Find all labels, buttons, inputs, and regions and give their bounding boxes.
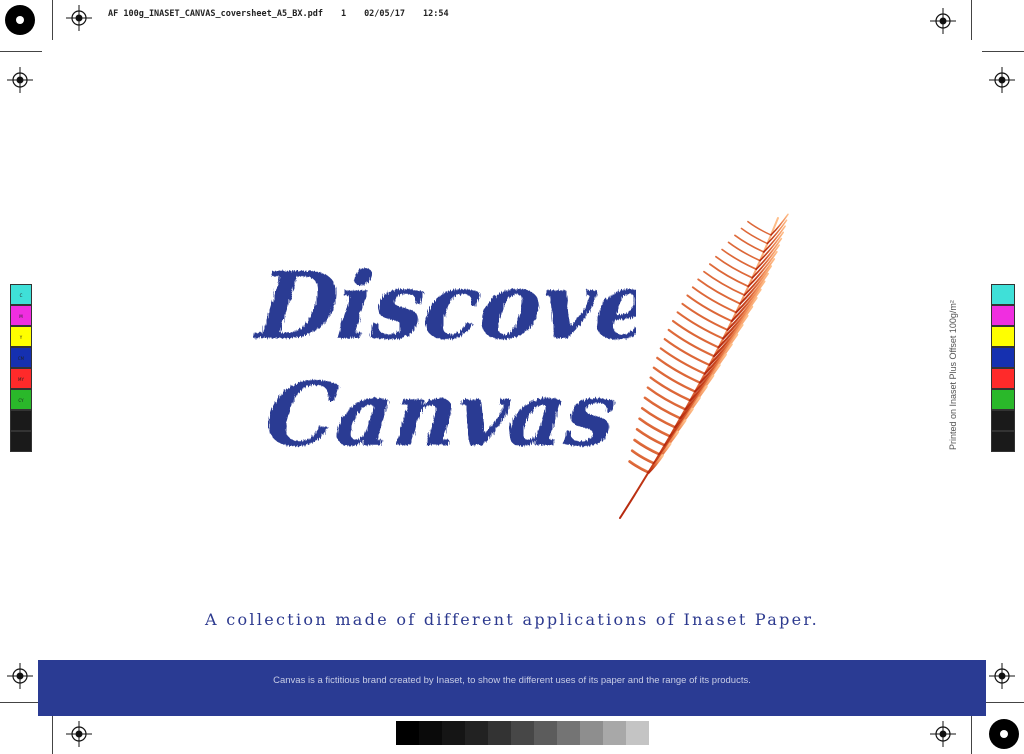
gray-step [465, 721, 488, 745]
color-swatch: C [10, 284, 32, 305]
color-swatch: CM [10, 347, 32, 368]
registration-mark-icon [7, 67, 33, 93]
file-slug: AF 100g_INASET_CANVAS_coversheet_A5_BX.p… [108, 9, 467, 19]
gray-step [603, 721, 626, 745]
crop-line [971, 0, 972, 40]
fern-leaflet [747, 220, 772, 236]
gray-step [488, 721, 511, 745]
gray-step [419, 721, 442, 745]
gray-step [396, 721, 419, 745]
color-swatch [991, 284, 1015, 305]
color-swatch [991, 389, 1015, 410]
registration-mark-icon [66, 5, 92, 31]
fern-leaflet [715, 255, 754, 279]
headline-line-1: Discover [249, 251, 636, 360]
footer-note: Canvas is a fictitious brand created by … [273, 675, 751, 686]
fern-leaflet [649, 376, 692, 402]
fern-leaflet [646, 386, 687, 411]
fern-leaflet [755, 237, 783, 271]
fern-leaflet [703, 270, 746, 296]
fern-leaflet [673, 396, 701, 429]
fern-leaflet [684, 374, 715, 411]
corner-mark-bottom-right [989, 719, 1019, 749]
color-bar-left: C M Y CM MY CY [10, 284, 32, 452]
gray-step [511, 721, 534, 745]
fern-leaflet [652, 366, 697, 393]
color-swatch [991, 431, 1015, 452]
registration-mark-icon [930, 721, 956, 747]
headline-logo: Discover Canvas [249, 251, 636, 466]
headline-line-2: Canvas [261, 362, 621, 466]
gray-step [626, 721, 649, 745]
corner-mark-top-left [5, 5, 35, 35]
slug-page: 1 [340, 9, 347, 19]
color-swatch [991, 305, 1015, 326]
registration-mark-icon [989, 67, 1015, 93]
color-swatch: Y [10, 326, 32, 347]
color-swatch [10, 431, 32, 452]
color-swatch [10, 410, 32, 431]
crop-line [982, 702, 1024, 703]
color-swatch [991, 368, 1015, 389]
gray-step [580, 721, 603, 745]
crop-line [0, 702, 42, 703]
fern-leaflet [770, 213, 789, 236]
tagline: A collection made of different applicati… [204, 610, 820, 629]
crop-line [982, 51, 1024, 52]
slug-filename: AF 100g_INASET_CANVAS_coversheet_A5_BX.p… [108, 9, 323, 19]
color-swatch: MY [10, 368, 32, 389]
gray-step [534, 721, 557, 745]
slug-date: 02/05/17 [364, 9, 406, 19]
crop-line [52, 0, 53, 40]
color-swatch [991, 347, 1015, 368]
fern-leaflet [656, 356, 702, 384]
crop-line [52, 714, 53, 754]
color-swatch: CY [10, 389, 32, 410]
registration-mark-icon [7, 663, 33, 689]
footer-band: Canvas is a fictitious brand created by … [38, 660, 986, 716]
gray-step-bar [396, 721, 649, 745]
crop-line [971, 714, 972, 754]
paper-stock-note: Printed on Inaset Plus Offset 100g/m² [948, 300, 958, 450]
registration-mark-icon [989, 663, 1015, 689]
fern-leaflet [697, 278, 742, 305]
gray-step [442, 721, 465, 745]
fern-leaflet [668, 407, 694, 438]
fern-leaflet [647, 454, 664, 474]
registration-mark-icon [66, 721, 92, 747]
fern-leaflet [689, 363, 721, 402]
gray-step [557, 721, 580, 745]
crop-line [0, 51, 42, 52]
slug-time: 12:54 [423, 9, 449, 19]
fern-leaflet [709, 263, 750, 288]
color-swatch: M [10, 305, 32, 326]
fern-leaflet [721, 248, 758, 271]
color-bar-right [991, 284, 1015, 452]
color-swatch [991, 410, 1015, 431]
registration-mark-icon [930, 8, 956, 34]
color-swatch [991, 326, 1015, 347]
